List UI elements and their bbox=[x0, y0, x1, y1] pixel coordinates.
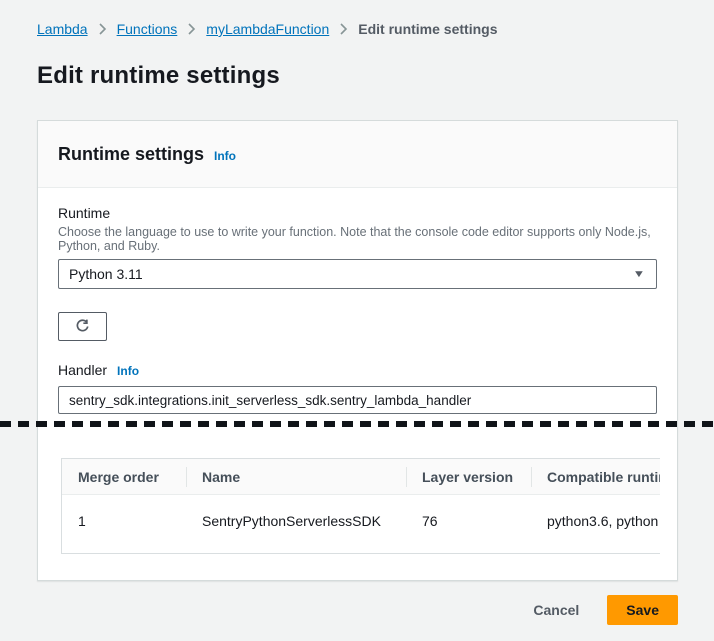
caret-down-icon: ▼ bbox=[633, 269, 646, 280]
cell-compatible-runtimes: python3.6, python bbox=[531, 495, 660, 553]
card-header: Runtime settings Info bbox=[38, 121, 677, 188]
footer-actions: Cancel Save bbox=[37, 595, 678, 625]
runtime-select-value: Python 3.11 bbox=[69, 266, 634, 282]
chevron-right-icon bbox=[339, 23, 348, 35]
refresh-icon bbox=[74, 318, 91, 335]
breadcrumb-current: Edit runtime settings bbox=[358, 21, 497, 37]
column-header-name: Name bbox=[186, 467, 406, 487]
runtime-description-line1: Choose the language to use to write your… bbox=[58, 225, 657, 239]
handler-label-row: Handler Info bbox=[58, 360, 657, 380]
layers-table: Merge order Name Layer version Compatibl… bbox=[61, 458, 660, 554]
chevron-right-icon bbox=[98, 23, 107, 35]
card-body: Runtime Choose the language to use to wr… bbox=[38, 188, 677, 580]
cell-layer-name: SentryPythonServerlessSDK bbox=[186, 495, 406, 553]
table-row: 1 SentryPythonServerlessSDK 76 python3.6… bbox=[62, 495, 660, 553]
column-header-layer-version: Layer version bbox=[406, 467, 531, 487]
refresh-runtimes-button[interactable] bbox=[58, 312, 107, 341]
column-header-compatible-runtimes: Compatible runtimes bbox=[531, 467, 660, 487]
cancel-button[interactable]: Cancel bbox=[533, 602, 579, 618]
page-content: Lambda Functions myLambdaFunction Edit r… bbox=[37, 0, 678, 625]
chevron-right-icon bbox=[187, 23, 196, 35]
runtime-settings-card: Runtime settings Info Runtime Choose the… bbox=[37, 120, 678, 581]
breadcrumb-link-lambda[interactable]: Lambda bbox=[37, 21, 88, 37]
screenshot-cut-divider bbox=[0, 421, 714, 427]
breadcrumb: Lambda Functions myLambdaFunction Edit r… bbox=[37, 0, 678, 37]
handler-input[interactable] bbox=[58, 386, 657, 414]
handler-label: Handler bbox=[58, 360, 107, 380]
breadcrumb-link-functions[interactable]: Functions bbox=[117, 21, 178, 37]
layers-table-header-row: Merge order Name Layer version Compatibl… bbox=[62, 459, 660, 495]
runtime-label: Runtime bbox=[58, 203, 657, 223]
column-header-merge-order: Merge order bbox=[62, 467, 186, 487]
save-button[interactable]: Save bbox=[607, 595, 678, 625]
cell-layer-version: 76 bbox=[406, 495, 531, 553]
cell-merge-order: 1 bbox=[62, 495, 186, 553]
layers-table-inner: Merge order Name Layer version Compatibl… bbox=[62, 459, 660, 553]
runtime-description-line2: Python, and Ruby. bbox=[58, 239, 657, 253]
page-title: Edit runtime settings bbox=[37, 62, 678, 90]
card-title: Runtime settings bbox=[58, 144, 204, 165]
runtime-settings-info-link[interactable]: Info bbox=[214, 149, 236, 163]
handler-info-link[interactable]: Info bbox=[117, 364, 139, 378]
runtime-select[interactable]: Python 3.11 ▼ bbox=[58, 259, 657, 289]
breadcrumb-link-function-name[interactable]: myLambdaFunction bbox=[206, 21, 329, 37]
